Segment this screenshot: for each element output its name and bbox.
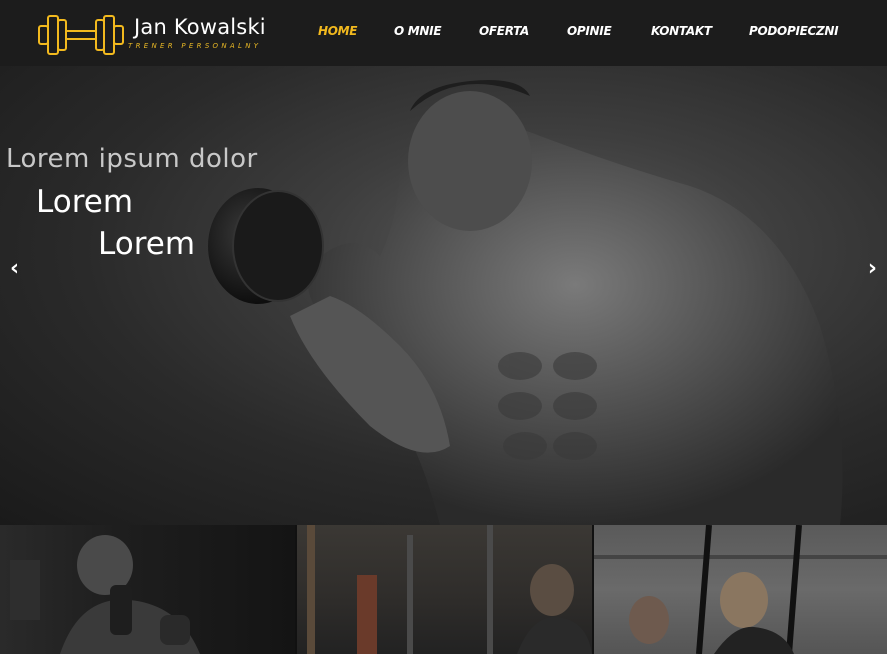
site-header: Jan Kowalski TRENER PERSONALNY HOME O MN… <box>0 0 887 66</box>
logo[interactable]: Jan Kowalski TRENER PERSONALNY <box>38 11 278 59</box>
gallery-image-3 <box>594 525 887 654</box>
hero-slider: Lorem ipsum dolor Lorem Lorem ‹ › <box>0 66 887 525</box>
hero-subtitle-2: Lorem <box>98 226 196 262</box>
gallery-thumb-1[interactable] <box>0 525 295 654</box>
nav-oferta[interactable]: OFERTA <box>479 24 529 38</box>
gallery-image-2 <box>307 525 592 654</box>
hero-subtitle-1: Lorem <box>36 184 134 220</box>
nav-home[interactable]: HOME <box>318 24 357 38</box>
dumbbell-icon <box>38 15 124 55</box>
hero-title: Lorem ipsum dolor <box>6 144 258 174</box>
prev-slide-icon[interactable]: ‹ <box>10 256 19 281</box>
hero-image <box>208 80 843 525</box>
gallery-thumb-3[interactable] <box>594 525 887 654</box>
nav-opinie[interactable]: OPINIE <box>567 24 612 38</box>
logo-name: Jan Kowalski <box>134 15 266 39</box>
next-slide-icon[interactable]: › <box>868 256 877 281</box>
gallery-thumb-2[interactable] <box>297 525 592 654</box>
nav-o-mnie[interactable]: O MNIE <box>394 24 442 38</box>
logo-subtitle: TRENER PERSONALNY <box>128 42 262 50</box>
gallery-image-1 <box>10 535 200 654</box>
nav-kontakt[interactable]: KONTAKT <box>651 24 712 38</box>
nav-podopieczni[interactable]: PODOPIECZNI <box>749 24 839 38</box>
gallery-strip <box>0 525 887 654</box>
